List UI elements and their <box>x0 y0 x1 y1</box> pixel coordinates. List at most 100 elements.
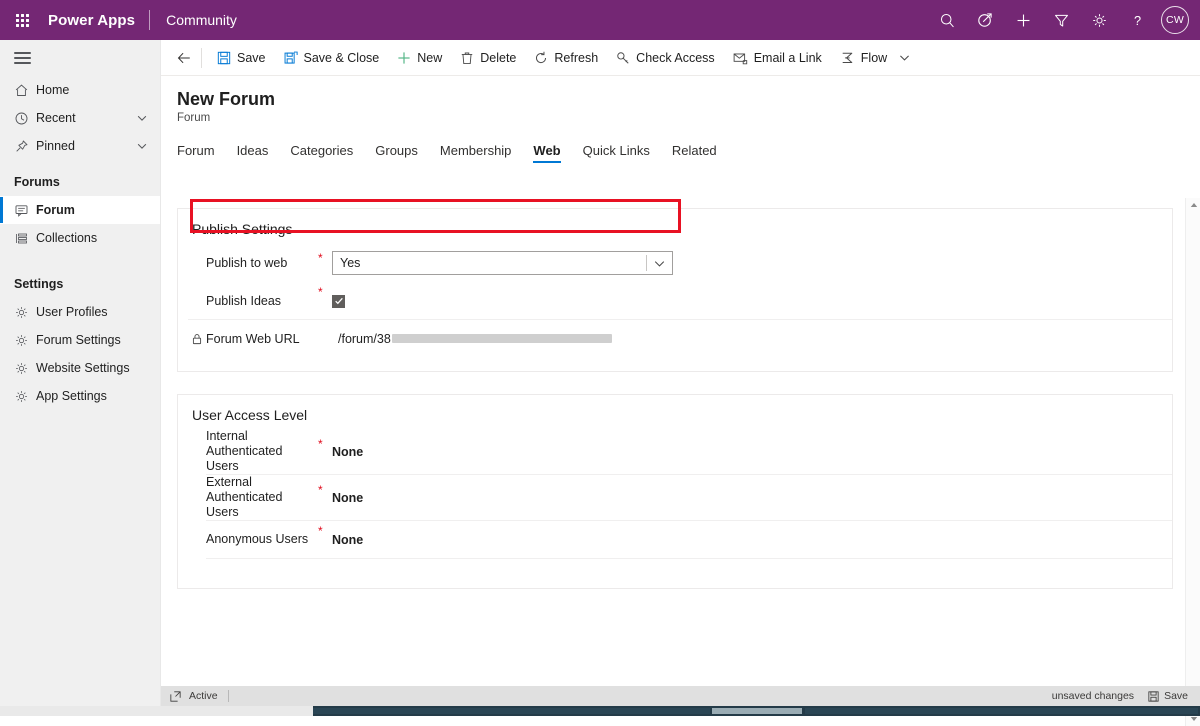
record-header: New Forum Forum <box>161 76 1200 124</box>
command-label: Refresh <box>554 51 598 65</box>
tab-categories[interactable]: Categories <box>290 143 353 163</box>
command-label: Delete <box>480 51 516 65</box>
app-name[interactable]: Community <box>150 12 237 28</box>
status-save-button[interactable]: Save <box>1148 690 1200 702</box>
user-access-level-section: User Access Level Internal Authenticated… <box>177 394 1173 589</box>
tab-web[interactable]: Web <box>533 143 560 163</box>
delete-button[interactable]: Delete <box>451 41 525 75</box>
sidebar-item-forum-settings[interactable]: Forum Settings <box>0 326 160 354</box>
forum-icon <box>14 203 36 218</box>
publish-ideas-checkbox[interactable] <box>332 295 345 308</box>
avatar[interactable]: CW <box>1161 6 1189 34</box>
gear-icon <box>14 333 36 348</box>
sidebar-item-home[interactable]: Home <box>0 76 160 104</box>
section-title: User Access Level <box>178 395 1172 429</box>
sidebar-item-collections[interactable]: Collections <box>0 224 160 252</box>
home-icon <box>14 83 36 98</box>
sidebar-item-website-settings[interactable]: Website Settings <box>0 354 160 382</box>
save-and-close-button[interactable]: Save & Close <box>275 41 389 75</box>
chevron-down-icon[interactable] <box>136 140 148 152</box>
sidebar-item-label: App Settings <box>36 389 160 403</box>
field-label: Publish to web <box>206 256 318 271</box>
chevron-down-icon[interactable] <box>136 112 148 124</box>
url-text: /forum/38 <box>338 332 391 346</box>
required-marker: * <box>318 429 332 451</box>
triangle-up-icon[interactable] <box>1186 198 1200 212</box>
sidebar-item-label: User Profiles <box>36 305 160 319</box>
command-label: Check Access <box>636 51 715 65</box>
hamburger-icon[interactable] <box>0 40 160 76</box>
sidebar-item-pinned[interactable]: Pinned <box>0 132 160 160</box>
sidebar-item-label: Home <box>36 83 160 97</box>
sidebar-item-label: Recent <box>36 111 136 125</box>
refresh-icon <box>534 51 548 65</box>
command-label: Save & Close <box>304 51 380 65</box>
record-state: Active <box>189 690 228 702</box>
check-access-button[interactable]: Check Access <box>607 41 724 75</box>
assistant-icon[interactable] <box>966 0 1004 40</box>
dropdown-value: Yes <box>333 256 360 270</box>
required-marker: * <box>318 521 332 538</box>
forum-web-url-value: /forum/38 <box>338 332 612 346</box>
sidebar-item-forum[interactable]: Forum <box>0 196 160 224</box>
status-divider <box>228 690 229 702</box>
sidebar-item-user-profiles[interactable]: User Profiles <box>0 298 160 326</box>
command-label: Email a Link <box>754 51 822 65</box>
main-content: Save Save & Close New Delete Refresh <box>161 40 1200 716</box>
field-value: None <box>332 491 363 505</box>
gear-icon <box>14 389 36 404</box>
tab-ideas[interactable]: Ideas <box>237 143 269 163</box>
sidebar-item-app-settings[interactable]: App Settings <box>0 382 160 410</box>
waffle-grid-icon[interactable] <box>0 0 44 40</box>
required-marker: * <box>318 283 332 299</box>
gear-icon <box>14 361 36 376</box>
help-icon[interactable]: ? <box>1118 0 1156 40</box>
suite-bar-actions: ? CW <box>928 0 1200 40</box>
sidebar-item-label: Website Settings <box>36 361 160 375</box>
flow-button[interactable]: Flow <box>831 41 896 75</box>
sidebar-item-recent[interactable]: Recent <box>0 104 160 132</box>
popout-icon[interactable] <box>161 691 189 702</box>
command-label: Save <box>237 51 266 65</box>
sidebar-item-label: Forum <box>36 203 160 217</box>
sidebar-group-forums: Forums <box>0 168 160 196</box>
field-label: Anonymous Users <box>206 532 318 547</box>
chevron-down-icon[interactable] <box>896 41 919 75</box>
new-button[interactable]: New <box>388 41 451 75</box>
search-icon[interactable] <box>928 0 966 40</box>
taskbar-segment <box>313 708 710 714</box>
command-label: New <box>417 51 442 65</box>
publish-settings-section: Publish Settings Publish to web * Yes Pu… <box>177 208 1173 372</box>
gear-icon[interactable] <box>1080 0 1118 40</box>
filter-icon[interactable] <box>1042 0 1080 40</box>
key-icon <box>616 51 630 65</box>
save-button[interactable]: Save <box>208 41 275 75</box>
plus-icon[interactable] <box>1004 0 1042 40</box>
taskbar-segment-active <box>712 708 802 714</box>
brand-title[interactable]: Power Apps <box>44 12 149 29</box>
tab-quick-links[interactable]: Quick Links <box>583 143 650 163</box>
command-label: Flow <box>861 51 887 65</box>
command-bar: Save Save & Close New Delete Refresh <box>161 40 1200 76</box>
tab-forum[interactable]: Forum <box>177 143 215 163</box>
form-vertical-scrollbar[interactable] <box>1185 198 1200 726</box>
taskbar-segment <box>805 708 1198 714</box>
tab-related[interactable]: Related <box>672 143 717 163</box>
flow-icon <box>840 51 855 65</box>
sidebar-item-label: Forum Settings <box>36 333 160 347</box>
section-bottom-divider <box>206 558 1172 576</box>
trash-icon <box>460 51 474 65</box>
field-row-external-authenticated-users: External Authenticated Users * None <box>206 474 1172 520</box>
tab-groups[interactable]: Groups <box>375 143 418 163</box>
chevron-down-icon[interactable] <box>653 252 666 274</box>
sidebar-item-label: Collections <box>36 231 160 245</box>
field-row-publish-to-web: Publish to web * Yes <box>206 243 1172 283</box>
arrow-left-icon[interactable] <box>169 41 199 75</box>
sidebar-group-settings: Settings <box>0 270 160 298</box>
save-icon <box>217 51 231 65</box>
email-a-link-button[interactable]: Email a Link <box>724 41 831 75</box>
refresh-button[interactable]: Refresh <box>525 41 607 75</box>
publish-to-web-dropdown[interactable]: Yes <box>332 251 673 275</box>
tab-membership[interactable]: Membership <box>440 143 512 163</box>
form-body: Publish Settings Publish to web * Yes Pu… <box>161 198 1200 686</box>
